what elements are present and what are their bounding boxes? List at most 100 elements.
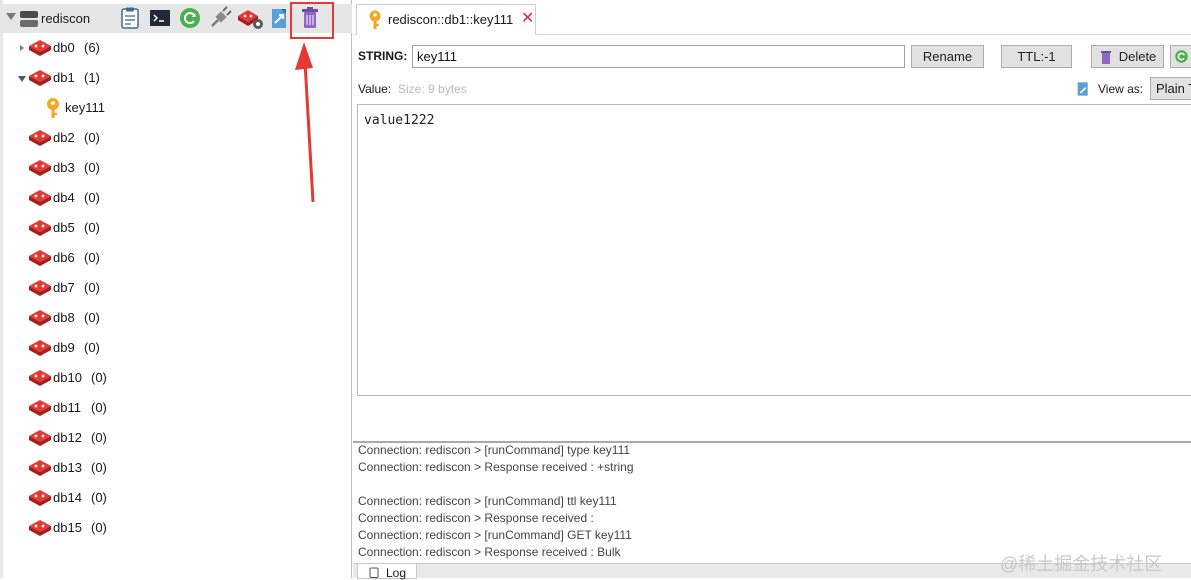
db-key-count: (0) [84, 310, 100, 325]
db-key-count: (0) [84, 280, 100, 295]
reload-icon [1175, 50, 1188, 63]
tree-item-db5[interactable]: db5 (0) [0, 217, 350, 239]
redis-db-icon [29, 250, 51, 266]
db-name: db12 [53, 430, 82, 445]
view-as-label: View as: [1098, 82, 1144, 96]
db-key-count: (1) [84, 70, 100, 85]
db-name: db7 [53, 280, 75, 295]
tree-item-db15[interactable]: db15 (0) [0, 517, 350, 539]
redis-db-icon [29, 280, 51, 296]
redis-db-icon [29, 340, 51, 356]
tree-item-db6[interactable]: db6 (0) [0, 247, 350, 269]
console-log-icon [369, 567, 379, 578]
db-key-count: (0) [91, 400, 107, 415]
tab-key111[interactable]: rediscon::db1::key111 ✕ [356, 4, 536, 35]
db-key-count: (0) [84, 160, 100, 175]
format-icon [1077, 82, 1088, 96]
redis-db-icon [29, 130, 51, 146]
redis-db-icon [29, 400, 51, 416]
db-name: db13 [53, 460, 82, 475]
value-editor[interactable]: value1222 [357, 104, 1191, 396]
redis-db-icon [29, 520, 51, 536]
db-name: db5 [53, 220, 75, 235]
db-name: db4 [53, 190, 75, 205]
db-name: db10 [53, 370, 82, 385]
db-key-count: (0) [84, 190, 100, 205]
export-icon[interactable] [267, 6, 291, 30]
db-key-count: (0) [91, 430, 107, 445]
redis-db-icon [29, 190, 51, 206]
log-line: Connection: rediscon > Response received… [358, 460, 634, 474]
tree-item-db11[interactable]: db11 (0) [0, 397, 350, 419]
tree-item-db14[interactable]: db14 (0) [0, 487, 350, 509]
key-icon [47, 98, 59, 118]
type-label: STRING: [358, 49, 408, 63]
tab-bar: rediscon::db1::key111 ✕ [353, 0, 1191, 35]
log-line: Connection: rediscon > Response received… [358, 511, 594, 525]
log-output: Connection: rediscon > [runCommand] type… [353, 443, 1191, 563]
db-name: db8 [53, 310, 75, 325]
value-label: Value: [358, 82, 392, 96]
server-icon [20, 11, 38, 27]
plug-icon[interactable] [208, 6, 232, 30]
key-editor-panel: rediscon::db1::key111 ✕ STRING: Rename T… [353, 0, 1191, 580]
ttl-button[interactable]: TTL:-1 [1001, 45, 1072, 68]
redis-db-icon [29, 160, 51, 176]
db-name: db9 [53, 340, 75, 355]
watermark: @稀土掘金技术社区 [1000, 554, 1163, 574]
view-as-select[interactable]: Plain Text [1150, 77, 1191, 100]
console-log-icon[interactable] [118, 6, 142, 30]
redis-db-icon [29, 310, 51, 326]
trash-icon [1101, 51, 1111, 64]
tree-item-db7[interactable]: db7 (0) [0, 277, 350, 299]
log-line: Connection: rediscon > [runCommand] GET … [358, 528, 632, 542]
size-label: Size: 9 bytes [398, 82, 467, 96]
tab-log[interactable]: Log [357, 564, 417, 580]
db-key-count: (0) [84, 130, 100, 145]
redis-db-icon [29, 460, 51, 476]
tree-item-db8[interactable]: db8 (0) [0, 307, 350, 329]
db-name: db11 [53, 400, 81, 415]
connection-name: rediscon [41, 11, 91, 26]
annotation-arrow [295, 42, 315, 203]
log-line: Connection: rediscon > Response received… [358, 545, 621, 559]
key-name: key111 [65, 100, 105, 115]
db-key-count: (0) [91, 490, 107, 505]
connection-tree-panel: rediscon db0 (6) db1 (1) key111 db2 (0) … [0, 0, 352, 578]
db-name: db0 [53, 40, 75, 55]
db-name: db3 [53, 160, 75, 175]
redis-settings-icon[interactable] [236, 6, 264, 30]
reload-value-button[interactable] [1170, 45, 1191, 68]
tree-item-db13[interactable]: db13 (0) [0, 457, 350, 479]
log-line: Connection: rediscon > [runCommand] ttl … [358, 494, 617, 508]
key-icon [369, 10, 381, 29]
tree-item-db12[interactable]: db12 (0) [0, 427, 350, 449]
db-name: db14 [53, 490, 82, 505]
close-icon[interactable]: ✕ [521, 11, 534, 27]
db-key-count: (0) [84, 340, 100, 355]
db-key-count: (0) [84, 220, 100, 235]
redis-db-icon [29, 370, 51, 386]
db-key-count: (6) [84, 40, 100, 55]
expanded-arrow-icon[interactable] [17, 67, 27, 89]
redis-db-icon [29, 40, 51, 56]
db-name: db2 [53, 130, 75, 145]
db-key-count: (0) [91, 520, 107, 535]
delete-button[interactable]: Delete [1091, 45, 1164, 68]
log-line: Connection: rediscon > [runCommand] type… [358, 443, 631, 457]
collapse-arrow-icon[interactable] [6, 13, 16, 20]
tree-item-db10[interactable]: db10 (0) [0, 367, 350, 389]
redis-db-icon [29, 220, 51, 236]
db-key-count: (0) [91, 460, 107, 475]
delete-label: Delete [1118, 49, 1157, 64]
tree-item-db9[interactable]: db9 (0) [0, 337, 350, 359]
reload-icon[interactable] [178, 6, 202, 30]
redis-db-icon [29, 490, 51, 506]
db-name: db1 [53, 70, 75, 85]
key-name-input[interactable] [412, 45, 905, 68]
rename-button[interactable]: Rename [911, 45, 984, 68]
collapsed-arrow-icon[interactable] [17, 37, 27, 59]
redis-db-icon [29, 430, 51, 446]
db-name: db15 [53, 520, 82, 535]
terminal-icon[interactable] [148, 6, 172, 30]
